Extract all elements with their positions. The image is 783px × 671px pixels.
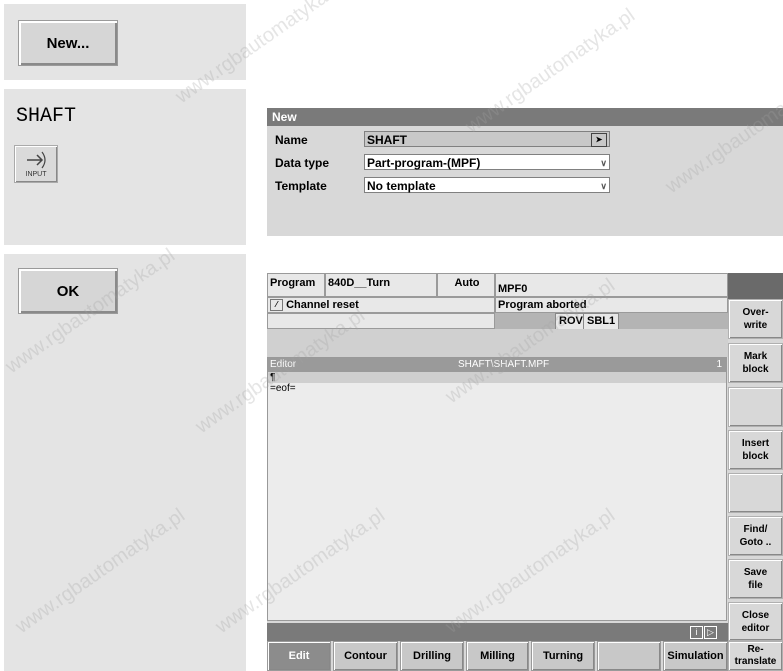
next-icon[interactable]: ▷ (704, 626, 717, 639)
new-button[interactable]: New... (18, 20, 118, 66)
blank-softkey[interactable] (728, 473, 783, 513)
hmi-screen: Program 840D__Turn Auto MPF0 ⁄ Channel r… (267, 273, 783, 671)
data-type-select[interactable]: Part-program-(MPF) ∨ (364, 154, 610, 170)
channel-status-text: Channel reset (286, 299, 359, 311)
editor-line[interactable]: ¶ (268, 372, 726, 383)
area-label: Program (267, 273, 325, 297)
info-icon[interactable]: i (690, 626, 703, 639)
editor-titlebar: Editor SHAFT\SHAFT.MPF 1 (268, 358, 726, 372)
channel-status: ⁄ Channel reset (267, 297, 495, 313)
find-goto-softkey[interactable]: Find/ Goto .. (728, 516, 783, 556)
simulation-softkey[interactable]: Simulation (663, 641, 728, 671)
editor-window: Editor SHAFT\SHAFT.MPF 1 ¶ =eof= (267, 357, 727, 621)
input-mode-icon: ➤ (591, 133, 607, 147)
editor-footer: i ▷ (267, 623, 728, 641)
editor-line-number: 1 (716, 359, 722, 370)
save-file-softkey[interactable]: Save file (728, 559, 783, 599)
edit-softkey[interactable]: Edit (267, 641, 331, 671)
typed-text: SHAFT (16, 105, 77, 128)
dialog-title: New (267, 108, 783, 126)
sbl-indicator: SBL1 (583, 313, 620, 330)
contour-softkey[interactable]: Contour (333, 641, 398, 671)
program-name: MPF0 (495, 273, 728, 297)
mark-block-softkey[interactable]: Mark block (728, 343, 783, 383)
softkey-header (728, 273, 783, 299)
step-panel-input: SHAFT INPUT (4, 89, 246, 245)
chevron-down-icon: ∨ (600, 158, 607, 168)
status-blank (267, 313, 495, 329)
template-select[interactable]: No template ∨ (364, 177, 610, 193)
name-field[interactable]: SHAFT ➤ (364, 131, 610, 147)
template-label: Template (275, 179, 327, 193)
turning-softkey[interactable]: Turning (531, 641, 595, 671)
retranslate-softkey[interactable]: Re- translate (728, 641, 783, 671)
editor-label: Editor (270, 359, 297, 370)
drilling-softkey[interactable]: Drilling (400, 641, 464, 671)
new-dialog: New Name SHAFT ➤ Data type Part-program-… (267, 108, 783, 236)
input-key[interactable]: INPUT (14, 145, 58, 183)
mode-label: Auto (437, 273, 495, 297)
insert-block-softkey[interactable]: Insert block (728, 430, 783, 470)
input-arrow-icon (27, 151, 46, 169)
blank-softkey[interactable] (597, 641, 661, 671)
template-value: No template (367, 179, 436, 193)
ok-button[interactable]: OK (18, 268, 118, 314)
name-value: SHAFT (367, 133, 407, 147)
data-type-value: Part-program-(MPF) (367, 156, 481, 170)
reset-icon: ⁄ (270, 299, 283, 312)
step-panel-ok: OK (4, 254, 246, 671)
machine-name: 840D__Turn (325, 273, 437, 297)
editor-path: SHAFT\SHAFT.MPF (458, 359, 550, 370)
name-label: Name (275, 133, 308, 147)
blank-softkey[interactable] (728, 387, 783, 427)
header-gap (267, 329, 728, 357)
program-status: Program aborted (495, 297, 728, 313)
overwrite-softkey[interactable]: Over- write (728, 299, 783, 339)
input-key-label: INPUT (25, 171, 47, 178)
close-editor-softkey[interactable]: Close editor (728, 602, 783, 641)
editor-line[interactable]: =eof= (268, 383, 726, 394)
milling-softkey[interactable]: Milling (466, 641, 529, 671)
step-panel-new: New... (4, 4, 246, 80)
status-strip: ROV SBL1 (495, 313, 728, 330)
data-type-label: Data type (275, 156, 330, 170)
chevron-down-icon: ∨ (600, 181, 607, 191)
